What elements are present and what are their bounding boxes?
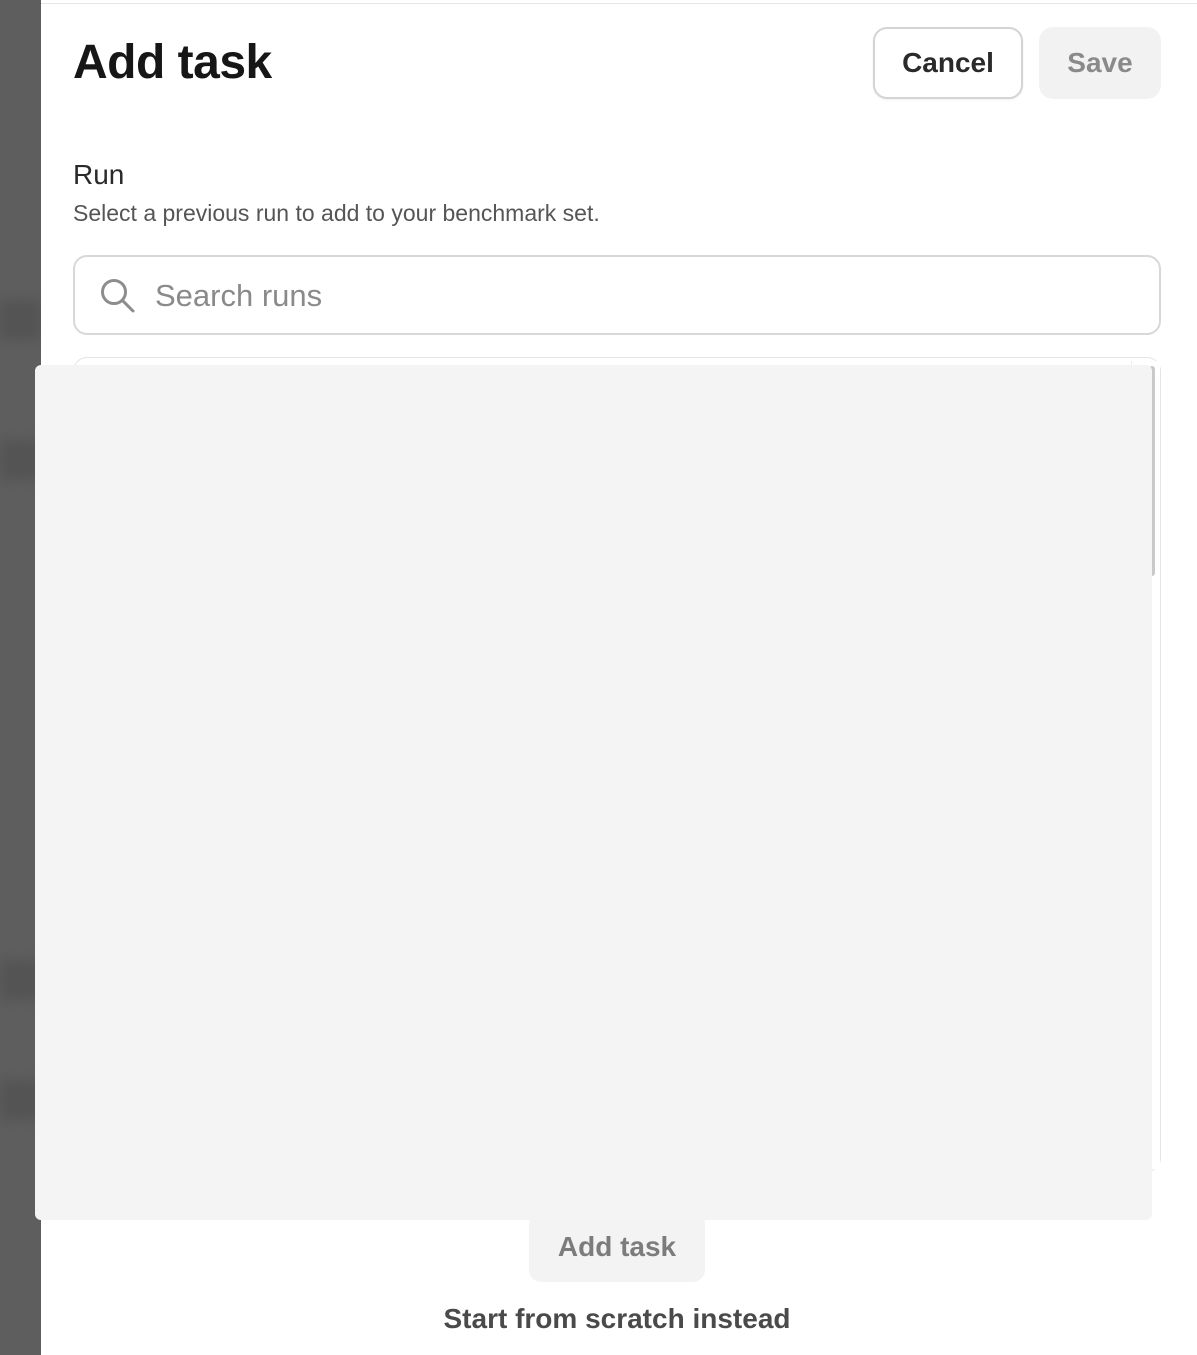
run-field-label: Run [73, 159, 125, 190]
start-from-scratch-link[interactable]: Start from scratch instead [41, 1300, 1193, 1338]
cancel-button[interactable]: Cancel [873, 27, 1023, 99]
run-field-help-text: Select a previous run to add to your ben… [73, 200, 600, 226]
search-input[interactable] [153, 257, 1147, 335]
loading-overlay [35, 365, 1152, 1220]
search-icon [99, 277, 137, 315]
save-button[interactable]: Save [1039, 27, 1161, 99]
page-title: Add task [73, 36, 272, 89]
add-task-button[interactable]: Add task [529, 1212, 705, 1282]
backdrop-blur [0, 300, 41, 340]
divider [41, 3, 1197, 4]
search-field[interactable] [73, 255, 1161, 335]
